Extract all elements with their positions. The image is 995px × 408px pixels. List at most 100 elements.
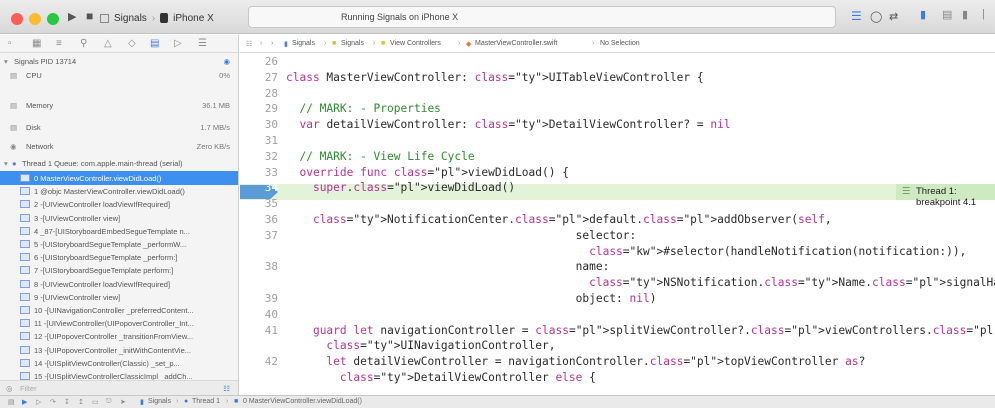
- code-line[interactable]: class="ty">DetailViewController else {: [286, 371, 596, 384]
- code-line[interactable]: selector:: [286, 229, 637, 242]
- code-line[interactable]: class="ty">NotificationCenter.class="pl"…: [286, 213, 832, 226]
- line-number[interactable]: 41: [240, 324, 278, 337]
- stack-frame-row[interactable]: 8 -[UIViewController loadViewIfRequired]: [0, 277, 238, 291]
- breakpoints-toggle-icon[interactable]: ▶: [22, 398, 27, 406]
- code-line[interactable]: guard let navigationController = class="…: [286, 324, 995, 337]
- stop-button[interactable]: ■: [86, 9, 93, 23]
- close-window-button[interactable]: [11, 13, 23, 25]
- stack-frame-row[interactable]: 12 -[UIPopoverController _transitionFrom…: [0, 329, 238, 343]
- source-editor[interactable]: ☷ ‹ › ▮ Signals › ■ Signals › ■ View Con…: [240, 35, 995, 395]
- stack-frame-row[interactable]: 1 @objc MasterViewController.viewDidLoad…: [0, 184, 238, 198]
- gauge-cpu[interactable]: ▤ CPU 0%: [0, 68, 238, 82]
- stack-frame-row[interactable]: 5 -[UIStoryboardSegueTemplate _performW.…: [0, 237, 238, 251]
- continue-icon[interactable]: ▷: [36, 398, 41, 406]
- line-number[interactable]: 40: [240, 308, 278, 321]
- find-navigator-icon[interactable]: ⚲: [80, 38, 87, 49]
- line-number[interactable]: 31: [240, 134, 278, 147]
- code-line[interactable]: super.class="pl">viewDidLoad(): [286, 181, 515, 194]
- report-navigator-icon[interactable]: ☰: [198, 38, 207, 49]
- line-number[interactable]: 36: [240, 213, 278, 226]
- editor-version-icon[interactable]: ⇄: [889, 10, 898, 23]
- debug-breadcrumb-app[interactable]: Signals: [148, 398, 171, 405]
- line-number[interactable]: 32: [240, 150, 278, 163]
- source-control-icon[interactable]: ▦: [32, 38, 41, 49]
- line-number[interactable]: 39: [240, 292, 278, 305]
- line-number[interactable]: 38: [240, 260, 278, 273]
- line-number[interactable]: 37: [240, 229, 278, 242]
- test-navigator-icon[interactable]: ◇: [128, 38, 136, 49]
- symbol-navigator-icon[interactable]: ≡: [56, 38, 62, 49]
- gauge-disk[interactable]: ▤ Disk 1.7 MB/s: [0, 120, 238, 134]
- filter-options-icon[interactable]: ☷: [223, 384, 230, 393]
- editor-assistant-icon[interactable]: ◯: [870, 10, 882, 23]
- line-number[interactable]: 26: [240, 55, 278, 68]
- forward-icon[interactable]: ›: [271, 40, 273, 47]
- back-icon[interactable]: ‹: [260, 40, 262, 47]
- code-line[interactable]: class MasterViewController: class="ty">U…: [286, 71, 704, 84]
- code-line[interactable]: let detailViewController = navigationCon…: [286, 355, 865, 368]
- code-line[interactable]: var detailViewController: class="ty">Det…: [286, 118, 730, 131]
- line-number[interactable]: 34: [240, 181, 278, 194]
- jumpbar-project[interactable]: Signals: [292, 40, 315, 47]
- line-number[interactable]: 33: [240, 166, 278, 179]
- stack-frame-row[interactable]: 10 -[UINavigationController _preferredCo…: [0, 303, 238, 317]
- utilities-toggle-icon[interactable]: ▮: [962, 8, 968, 21]
- debug-navigator-icon[interactable]: ▤: [150, 38, 159, 49]
- memory-graph-icon[interactable]: ⎋: [106, 398, 112, 406]
- line-number[interactable]: 28: [240, 87, 278, 100]
- code-line[interactable]: class="ty">NSNotification.class="ty">Nam…: [286, 276, 995, 289]
- minimize-window-button[interactable]: [29, 13, 41, 25]
- view-debugger-icon[interactable]: ▭: [92, 398, 99, 406]
- stack-frame-row[interactable]: 11 -[UIViewController(UIPopoverControlle…: [0, 316, 238, 330]
- jumpbar-file[interactable]: MasterViewController.swift: [475, 40, 557, 47]
- stack-frame-row[interactable]: 14 -[UISplitViewController(Classic) _set…: [0, 356, 238, 370]
- navigator-toggle-icon[interactable]: ▮: [920, 8, 926, 21]
- process-row[interactable]: ▾ Signals PID 13714 ◉: [0, 54, 238, 68]
- stack-frame-row[interactable]: 7 -[UIStoryboardSegueTemplate perform:]: [0, 263, 238, 277]
- zoom-window-button[interactable]: [47, 13, 59, 25]
- code-line[interactable]: // MARK: - View Life Cycle: [286, 150, 474, 163]
- related-items-icon[interactable]: ☷: [246, 40, 252, 48]
- debug-area-toggle-icon[interactable]: ▤: [942, 8, 952, 21]
- code-line[interactable]: name:: [286, 260, 610, 273]
- line-number[interactable]: 29: [240, 102, 278, 115]
- line-number[interactable]: 42: [240, 355, 278, 368]
- issue-navigator-icon[interactable]: △: [104, 38, 112, 49]
- breakpoint-navigator-icon[interactable]: ▷: [174, 38, 182, 49]
- debug-breadcrumb-frame[interactable]: 0 MasterViewController.viewDidLoad(): [243, 398, 362, 405]
- jumpbar-group[interactable]: View Controllers: [390, 40, 441, 47]
- stack-frame-row[interactable]: 6 -[UIStoryboardSegueTemplate _perform:]: [0, 250, 238, 264]
- line-number[interactable]: 35: [240, 197, 278, 210]
- code-line[interactable]: class="ty">UINavigationController,: [286, 339, 555, 352]
- line-number[interactable]: 27: [240, 71, 278, 84]
- hide-debug-area-icon[interactable]: ▤: [8, 398, 15, 406]
- run-button[interactable]: ▶: [68, 10, 76, 23]
- step-into-icon[interactable]: ↧: [64, 398, 70, 406]
- scheme-selector[interactable]: Signals › iPhone X: [100, 9, 214, 27]
- code-line[interactable]: class="kw">#selector(handleNotification(…: [286, 245, 966, 258]
- debug-breadcrumb-thread[interactable]: Thread 1: [192, 398, 220, 405]
- gauge-network[interactable]: ◉ Network Zero KB/s: [0, 139, 238, 153]
- code-line[interactable]: // MARK: - Properties: [286, 102, 440, 115]
- code-line[interactable]: object: nil): [286, 292, 657, 305]
- stack-frame-row[interactable]: 9 -[UIViewController view]: [0, 290, 238, 304]
- project-navigator-icon[interactable]: ▫: [8, 38, 12, 49]
- line-number[interactable]: 30: [240, 118, 278, 131]
- stack-frame-row[interactable]: 2 -[UIViewController loadViewIfRequired]: [0, 197, 238, 211]
- jumpbar-selection[interactable]: No Selection: [600, 40, 640, 47]
- thread-row[interactable]: ▾ ● Thread 1 Queue: com.apple.main-threa…: [0, 156, 238, 170]
- stack-frame-row[interactable]: 13 -[UIPopoverController _initWithConten…: [0, 343, 238, 357]
- step-out-icon[interactable]: ↥: [78, 398, 84, 406]
- process-options-icon[interactable]: ◉: [223, 57, 230, 66]
- step-over-icon[interactable]: ↷: [50, 398, 56, 406]
- stack-frame-row[interactable]: 3 -[UIViewController view]: [0, 211, 238, 225]
- filter-input[interactable]: Filter: [20, 384, 37, 393]
- stack-frame-row[interactable]: 0 MasterViewController.viewDidLoad(): [0, 171, 238, 185]
- gauge-memory[interactable]: ▤ Memory 36.1 MB: [0, 98, 238, 112]
- jumpbar-group[interactable]: Signals: [341, 40, 364, 47]
- stack-frame-row[interactable]: 4 _87-[UIStoryboardEmbedSegueTemplate n.…: [0, 224, 238, 238]
- utilities-right-icon[interactable]: |: [982, 8, 985, 20]
- simulate-location-icon[interactable]: ➤: [120, 398, 126, 406]
- editor-standard-icon[interactable]: ☰: [851, 9, 862, 23]
- code-line[interactable]: override func class="pl">viewDidLoad() {: [286, 166, 568, 179]
